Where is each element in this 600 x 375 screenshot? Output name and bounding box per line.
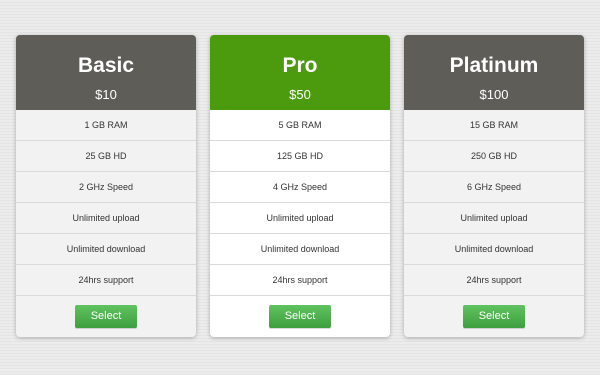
pricing-table: Basic $10 1 GB RAM 25 GB HD 2 GHz Speed … — [16, 35, 584, 337]
plan-header: Pro $50 — [210, 35, 390, 110]
select-platinum-button[interactable]: Select — [463, 305, 525, 328]
plan-card-platinum: Platinum $100 15 GB RAM 250 GB HD 6 GHz … — [404, 35, 584, 337]
feature-item: 4 GHz Speed — [210, 172, 390, 203]
feature-item: 15 GB RAM — [404, 110, 584, 141]
feature-item: Unlimited download — [404, 234, 584, 265]
plan-price: $50 — [289, 87, 311, 102]
select-pro-button[interactable]: Select — [269, 305, 331, 328]
feature-item: 2 GHz Speed — [16, 172, 196, 203]
feature-item: 250 GB HD — [404, 141, 584, 172]
feature-item: Unlimited upload — [210, 203, 390, 234]
plan-name: Pro — [282, 54, 318, 77]
feature-item: 5 GB RAM — [210, 110, 390, 141]
plan-header: Basic $10 — [16, 35, 196, 110]
plan-name: Platinum — [449, 54, 539, 77]
feature-item: 24hrs support — [404, 265, 584, 296]
feature-list: 1 GB RAM 25 GB HD 2 GHz Speed Unlimited … — [16, 110, 196, 296]
feature-list: 15 GB RAM 250 GB HD 6 GHz Speed Unlimite… — [404, 110, 584, 296]
feature-item: Unlimited upload — [16, 203, 196, 234]
plan-footer: Select — [16, 296, 196, 328]
select-basic-button[interactable]: Select — [75, 305, 137, 328]
plan-card-pro: Pro $50 5 GB RAM 125 GB HD 4 GHz Speed U… — [210, 35, 390, 337]
plan-footer: Select — [210, 296, 390, 328]
feature-item: 24hrs support — [16, 265, 196, 296]
feature-item: 6 GHz Speed — [404, 172, 584, 203]
plan-footer: Select — [404, 296, 584, 328]
feature-item: Unlimited download — [210, 234, 390, 265]
plan-name: Basic — [77, 54, 135, 77]
feature-item: 24hrs support — [210, 265, 390, 296]
feature-item: 25 GB HD — [16, 141, 196, 172]
plan-header: Platinum $100 — [404, 35, 584, 110]
plan-card-basic: Basic $10 1 GB RAM 25 GB HD 2 GHz Speed … — [16, 35, 196, 337]
plan-price: $10 — [95, 87, 117, 102]
plan-price: $100 — [479, 87, 509, 102]
feature-item: 1 GB RAM — [16, 110, 196, 141]
feature-item: Unlimited upload — [404, 203, 584, 234]
feature-item: Unlimited download — [16, 234, 196, 265]
feature-item: 125 GB HD — [210, 141, 390, 172]
feature-list: 5 GB RAM 125 GB HD 4 GHz Speed Unlimited… — [210, 110, 390, 296]
